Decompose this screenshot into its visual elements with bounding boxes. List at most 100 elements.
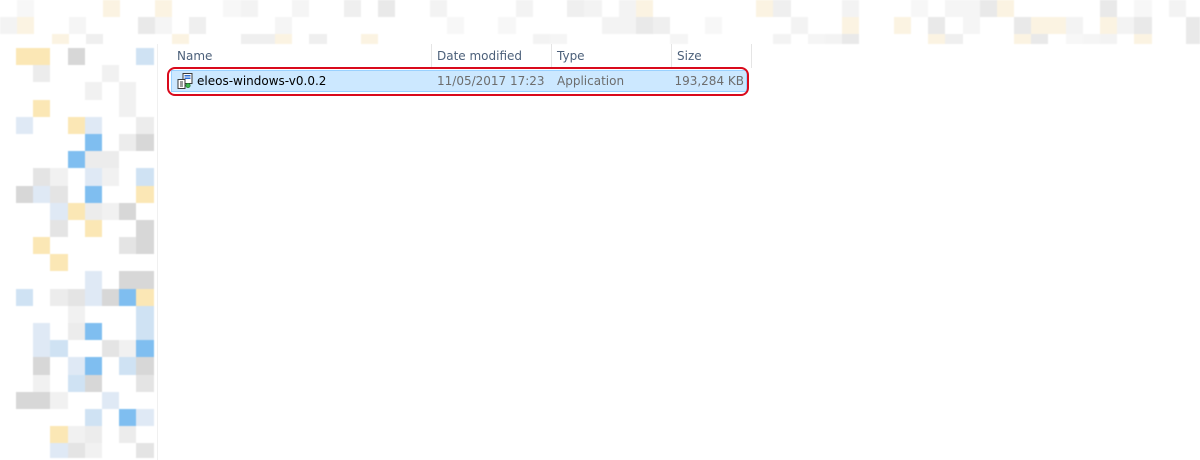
pixel-block <box>292 0 310 18</box>
pixel-block <box>429 0 447 18</box>
pixel-block <box>16 219 34 238</box>
pixel-block <box>50 391 68 409</box>
pixel-block <box>84 99 102 117</box>
pixel-block <box>378 34 396 44</box>
pixel-block <box>50 408 68 427</box>
pixel-block <box>704 0 722 18</box>
pixel-block <box>33 133 51 152</box>
pixel-block <box>33 48 51 66</box>
column-header-size[interactable]: Size <box>672 44 752 68</box>
pixel-block <box>136 65 154 83</box>
pixel-block <box>962 17 980 35</box>
pixel-block <box>33 391 51 409</box>
pixel-block <box>206 17 224 35</box>
pixel-block <box>67 237 85 255</box>
file-size: 193,284 KB <box>674 74 744 88</box>
column-header-name[interactable]: Name <box>172 44 432 68</box>
pixel-block <box>33 305 51 323</box>
pixel-block <box>635 17 654 35</box>
pixel-block <box>67 151 85 169</box>
pixel-block <box>275 0 293 18</box>
pixel-block <box>601 0 619 18</box>
pixel-block <box>68 0 86 18</box>
pixel-block <box>119 219 137 238</box>
pixel-block <box>119 151 137 169</box>
pixel-block <box>1048 17 1066 35</box>
pixel-block <box>67 426 85 444</box>
pixel-block <box>101 323 120 341</box>
column-header-date-modified[interactable]: Date modified <box>432 44 552 68</box>
pixel-block <box>790 34 808 44</box>
pixel-block <box>481 34 499 44</box>
pixel-block <box>601 17 619 35</box>
pixel-block <box>33 168 51 186</box>
pixel-block <box>412 34 430 44</box>
pixel-block <box>206 34 224 44</box>
pixel-block <box>67 340 85 358</box>
pixel-block <box>50 151 68 169</box>
pixel-block <box>756 34 774 44</box>
column-header-type[interactable]: Type <box>552 44 672 68</box>
file-name-cell[interactable]: eleos-windows-v0.0.2 <box>177 71 433 91</box>
pixel-block <box>567 17 585 35</box>
pixel-block <box>119 237 137 255</box>
pixel-block <box>16 340 34 358</box>
pixel-block <box>33 443 51 458</box>
pixel-block <box>550 17 568 35</box>
pixel-block <box>773 0 791 18</box>
pixel-block <box>136 168 154 186</box>
pixel-block <box>84 82 102 100</box>
pixel-block <box>429 34 447 44</box>
pixel-block <box>412 17 430 35</box>
pixel-block <box>1117 34 1135 44</box>
pixel-block <box>84 65 102 83</box>
pixel-block <box>84 254 102 272</box>
pixel-block <box>446 17 465 35</box>
pixel-block <box>825 0 843 18</box>
pixel-block <box>50 237 68 255</box>
pixel-block <box>33 254 51 272</box>
pixel-block <box>84 271 102 289</box>
pixel-block <box>33 237 51 255</box>
pixel-block <box>120 17 138 35</box>
pixel-block <box>50 99 68 117</box>
pixel-block <box>481 17 499 35</box>
pixel-block <box>33 288 51 306</box>
pixel-block <box>1048 0 1066 18</box>
pixel-block <box>618 0 636 18</box>
pixel-block <box>50 82 68 100</box>
pixel-block <box>1031 34 1049 44</box>
file-type: Application <box>557 74 625 88</box>
pixel-block <box>1048 34 1066 44</box>
pixel-block <box>16 391 34 409</box>
pixel-block <box>33 426 51 444</box>
pixel-block <box>378 0 396 18</box>
pixel-block <box>68 17 86 35</box>
pixel-block <box>136 288 154 306</box>
pixel-block <box>101 185 120 203</box>
pixel-block <box>136 237 154 255</box>
pixel-block <box>515 17 533 35</box>
pixel-block <box>84 185 102 203</box>
pixel-block <box>1100 34 1118 44</box>
pixel-block <box>136 202 154 220</box>
file-row-eleos-windows[interactable]: eleos-windows-v0.0.2 11/05/2017 17:23 Ap… <box>171 70 747 92</box>
pixel-block <box>0 17 18 35</box>
pixel-block <box>33 116 51 134</box>
pixel-block <box>16 374 34 392</box>
pixel-block <box>120 34 138 44</box>
pixel-block <box>893 34 911 44</box>
pixel-block <box>653 34 671 44</box>
pixel-block <box>50 48 68 66</box>
pixel-block <box>343 34 361 44</box>
pixel-block <box>84 133 102 152</box>
pixel-block <box>136 48 154 66</box>
pixel-block <box>16 237 34 255</box>
pixel-block <box>962 0 980 18</box>
pixel-block <box>1014 17 1032 35</box>
pixel-block <box>50 116 68 134</box>
pixel-block <box>119 408 137 427</box>
pixel-block <box>119 323 137 341</box>
pixel-block <box>910 0 929 18</box>
pixel-block <box>498 34 516 44</box>
